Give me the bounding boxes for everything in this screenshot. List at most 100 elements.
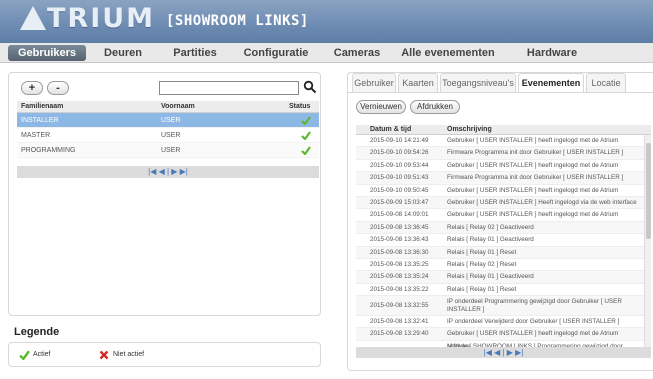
legend-title: Legende (14, 326, 60, 338)
users-table: Familienaam Voornaam Status INSTALLER US… (17, 101, 319, 158)
tab-evenementen[interactable]: Evenementen (518, 73, 584, 92)
cell-familienaam: INSTALLER (21, 117, 59, 124)
nav-hardware[interactable]: Hardware (512, 43, 592, 63)
column-status[interactable]: Status (289, 101, 310, 113)
event-date: 2015-09-10 09:50:45 (370, 186, 429, 194)
event-date: 2015-09-08 13:32:41 (370, 318, 429, 326)
legend-actief: Actief (33, 351, 51, 358)
event-date: 2015-09-08 13:36:43 (370, 236, 429, 244)
events-pager[interactable]: |◀ ◀ | ▶ ▶| (356, 347, 651, 358)
tab-gebruiker[interactable]: Gebruiker (352, 73, 396, 92)
cell-familienaam: PROGRAMMING (21, 147, 76, 154)
users-panel: + - Familienaam Voornaam Status INSTALLE… (8, 72, 321, 316)
event-row[interactable]: 2015-09-08 13:36:30 Relais [ Relay 01 ] R… (356, 246, 644, 259)
site-title: [SHOWROOM LINKS] (166, 13, 309, 29)
nav-gebruikers[interactable]: Gebruikers (8, 45, 86, 61)
event-row[interactable]: 2015-09-08 13:35:24 Relais [ Relay 01 ] G… (356, 271, 644, 284)
tab-kaarten[interactable]: Kaarten (398, 73, 438, 92)
print-button[interactable]: Afdrukken (410, 100, 460, 114)
users-pager[interactable]: |◀ ◀ | ▶ ▶| (17, 166, 319, 178)
details-panel: Gebruiker Kaarten Toegangsniveau's Evene… (347, 72, 653, 371)
logo-text: TRIUM (47, 3, 156, 34)
event-date: 2015-09-08 14:09:01 (370, 211, 429, 219)
event-row[interactable]: 2015-09-10 09:54:26 Firmware Programma in… (356, 147, 644, 160)
event-row[interactable]: 2015-09-08 13:29:40 Gebruiker [ USER INST… (356, 328, 644, 347)
event-row[interactable]: 2015-09-10 09:53:44 Gebruiker [ USER INST… (356, 160, 644, 181)
event-date: 2015-09-10 09:54:26 (370, 149, 429, 157)
active-check-icon (301, 131, 311, 140)
event-date: 2015-09-08 13:36:45 (370, 223, 429, 231)
event-row[interactable]: 2015-09-10 14:21:49 Gebruiker [ USER INST… (356, 135, 644, 156)
cell-familienaam: MASTER (21, 132, 51, 139)
event-row[interactable]: 2015-09-08 13:36:45 Relais [ Relay 02 ] G… (356, 221, 644, 235)
event-description: Relais [ Relay 02 ] Reset (447, 260, 517, 268)
event-description: Relais [ Relay 01 ] Geactiveerd (447, 236, 534, 244)
column-omschrijving[interactable]: Omschrijving (447, 125, 492, 135)
logo-triangle-icon (20, 6, 46, 30)
nav-deuren[interactable]: Deuren (90, 43, 156, 63)
event-row[interactable]: 2015-09-08 13:36:43 Relais [ Relay 01 ] G… (356, 234, 644, 247)
nav-alle-evenementen[interactable]: Alle evenementen (396, 43, 500, 63)
table-header: Datum & tijd Omschrijving (356, 125, 651, 135)
table-header: Familienaam Voornaam Status (17, 101, 319, 113)
event-date: 2015-09-08 13:35:24 (370, 273, 429, 281)
event-description: Relais [ Relay 01 ] Reset (447, 248, 517, 256)
event-date: 2015-09-08 13:35:22 (370, 285, 429, 293)
atrium-logo: TRIUM (20, 3, 155, 34)
event-date: 2015-09-10 14:21:49 (370, 137, 429, 144)
event-row[interactable]: 2015-09-08 14:09:01 Gebruiker [ USER INST… (356, 209, 644, 231)
scrollbar-thumb[interactable] (646, 143, 651, 239)
event-description: Gebruiker [ USER INSTALLER ] Heeft ingel… (447, 198, 637, 206)
event-row[interactable]: 2015-09-08 13:35:25 Relais [ Relay 02 ] R… (356, 259, 644, 272)
remove-user-button[interactable]: - (47, 81, 69, 95)
refresh-button[interactable]: Vernieuwen (356, 100, 406, 114)
inactive-cross-icon (99, 350, 109, 360)
add-user-button[interactable]: + (21, 81, 43, 95)
event-row[interactable]: 2015-09-09 15:03:47 Gebruiker [ USER INST… (356, 196, 644, 210)
event-date: 2015-09-08 13:32:55 (370, 302, 429, 310)
table-row[interactable]: PROGRAMMING USER (17, 143, 319, 158)
cell-voornaam: USER (161, 117, 181, 124)
tab-toegangsniveaus[interactable]: Toegangsniveau's (440, 73, 516, 92)
event-description: Relais [ Relay 02 ] Geactiveerd (447, 223, 534, 231)
event-description: IP onderdeel Programmering gewijzigd doo… (447, 298, 622, 314)
column-datum-tijd[interactable]: Datum & tijd (370, 125, 411, 135)
event-description: Firmware Programma init door Gebruiker [… (447, 149, 624, 157)
table-row[interactable]: MASTER USER (17, 128, 319, 143)
active-check-icon (301, 146, 311, 155)
event-description: Firmware Programma init door Gebruiker [… (447, 174, 624, 182)
event-row[interactable]: 2015-09-10 09:51:43 Firmware Programma in… (356, 172, 644, 185)
events-scrollbar[interactable] (644, 135, 651, 347)
cell-voornaam: USER (161, 132, 181, 139)
event-row[interactable]: 2015-09-10 09:50:45 Gebruiker [ USER INST… (356, 185, 644, 206)
event-date: 2015-09-10 09:51:43 (370, 174, 429, 182)
event-date: 2015-09-08 13:35:25 (370, 260, 429, 268)
tab-divider (348, 92, 653, 93)
column-familienaam[interactable]: Familienaam (21, 101, 63, 113)
event-date: 2015-09-10 09:53:44 (370, 161, 429, 169)
event-date: 2015-09-08 13:36:30 (370, 248, 429, 256)
column-voornaam[interactable]: Voornaam (161, 101, 195, 113)
events-table: Datum & tijd Omschrijving 2015-09-10 14:… (356, 125, 651, 358)
legend-box: Actief Niet actief (8, 342, 321, 367)
search-input[interactable] (159, 81, 299, 95)
active-check-icon (301, 116, 311, 125)
event-description: Relais [ Relay 01 ] Geactiveerd (447, 273, 534, 281)
cell-voornaam: USER (161, 147, 181, 154)
active-check-icon (19, 350, 30, 360)
legend-niet-actief: Niet actief (113, 351, 145, 358)
event-row[interactable]: 2015-09-08 13:32:41 IP onderdeel Verwijde… (356, 316, 644, 329)
event-date: 2015-09-09 15:03:47 (370, 198, 429, 206)
event-date: 2015-09-08 13:29:40 (370, 330, 429, 338)
nav-cameras[interactable]: Cameras (326, 43, 388, 63)
event-row[interactable]: 2015-09-08 13:32:55 IP onderdeel Programm… (356, 296, 644, 317)
table-row[interactable]: INSTALLER USER (17, 113, 319, 128)
search-icon[interactable] (303, 80, 317, 94)
nav-configuratie[interactable]: Configuratie (234, 43, 318, 63)
nav-partities[interactable]: Partities (160, 43, 230, 63)
events-list[interactable]: 2015-09-10 14:21:49 Gebruiker [ USER INST… (356, 135, 644, 347)
event-row[interactable]: 2015-09-08 13:35:22 Relais [ Relay 01 ] R… (356, 284, 644, 297)
main-nav: Gebruikers Deuren Partities Configuratie… (0, 43, 653, 63)
tab-locatie[interactable]: Locatie (586, 73, 626, 92)
app-header: TRIUM [SHOWROOM LINKS] (0, 0, 653, 43)
